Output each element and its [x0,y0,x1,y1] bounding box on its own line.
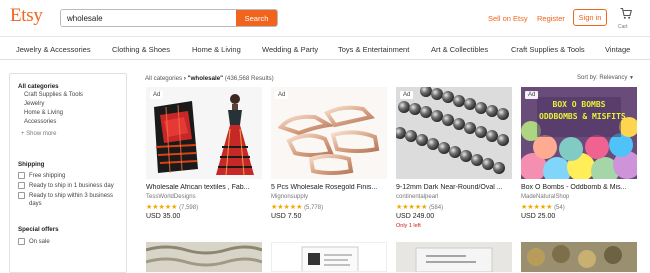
star-rating-icon: ★★★★★ [521,204,553,211]
breadcrumb-all-categories[interactable]: All categories [145,75,182,82]
search-button[interactable]: Search [236,10,277,26]
listing-rating: ★★★★★ (54) [521,203,565,211]
listing-rating: ★★★★★ (5,778) [271,203,323,211]
listing-rating: ★★★★★ (584) [396,203,443,211]
nav-wedding-party[interactable]: Wedding & Party [262,45,318,54]
listing-image[interactable]: BOX O BOMBS ODDBOMBS & MISFITS Ad [521,87,637,179]
ready-3-days-label: Ready to ship within 3 business [29,193,114,199]
box-o-bombs-text: BOX O BOMBS ODDBOMBS & MISFITS [539,100,626,121]
ad-badge: Ad [275,91,289,99]
listing-rating: ★★★★★ (7,598) [146,203,198,211]
filter-craft-supplies[interactable]: Craft Supplies & Tools [24,92,83,98]
listing-image-partial[interactable] [146,242,262,272]
listing-price: USD 7.50 [271,213,302,220]
listing-price: USD 249.00 [396,213,435,220]
filter-accessories[interactable]: Accessories [24,119,56,125]
search-input[interactable] [61,10,236,26]
chevron-down-icon: ▼ [629,75,634,81]
review-count: (5,778) [304,205,324,211]
star-rating-icon: ★★★★★ [271,204,303,211]
register-link[interactable]: Register [537,14,565,23]
on-sale-checkbox[interactable] [18,238,25,245]
listing-shop[interactable]: MadeNaturalShop [521,194,569,200]
search-bar: Search [60,9,278,27]
sort-dropdown[interactable]: Sort by: Relevancy ▼ [577,75,634,81]
nav-art-collectibles[interactable]: Art & Collectibles [431,45,488,54]
listing-title[interactable]: 5 Pcs Wholesale Rosegold Finis... [271,184,389,191]
free-shipping-label: Free shipping [29,173,66,179]
breadcrumb-query: "wholesale" [187,75,224,82]
ready-3-days-checkbox[interactable] [18,192,25,199]
ad-badge: Ad [150,91,164,99]
ad-badge: Ad [525,91,539,99]
filter-jewelry[interactable]: Jewelry [24,101,44,107]
stock-note: Only 1 left [396,223,421,229]
listing-shop[interactable]: TessWorldDesigns [146,194,196,200]
sort-label: Sort by: Relevancy [577,75,628,81]
star-rating-icon: ★★★★★ [396,204,428,211]
free-shipping-checkbox[interactable] [18,172,25,179]
filter-home-living[interactable]: Home & Living [24,110,63,116]
nav-craft-supplies-tools[interactable]: Craft Supplies & Tools [511,45,585,54]
nav-home-living[interactable]: Home & Living [192,45,241,54]
listing-image[interactable]: Ad [146,87,262,179]
nav-clothing-shoes[interactable]: Clothing & Shoes [112,45,170,54]
listing-title[interactable]: Wholesale African textiles , Fab... [146,184,264,191]
listing-image[interactable]: Ad [271,87,387,179]
all-categories-heading[interactable]: All categories [18,83,59,90]
etsy-logo[interactable]: Etsy [10,5,43,27]
on-sale-label: On sale [29,239,50,245]
nav-jewelry-accessories[interactable]: Jewelry & Accessories [16,45,91,54]
review-count: (584) [429,205,444,211]
nav-vintage[interactable]: Vintage [605,45,630,54]
results-count: (436,568 Results) [224,75,274,82]
listing-shop[interactable]: continentalpearl [396,194,438,200]
header: Etsy Search Sell on Etsy Register Sign i… [0,0,650,36]
shipping-heading: Shipping [18,161,45,168]
sign-in-button[interactable]: Sign in [573,9,607,26]
nav-toys-entertainment[interactable]: Toys & Entertainment [338,45,409,54]
ready-1-day-label: Ready to ship in 1 business day [29,183,114,189]
sell-on-etsy-link[interactable]: Sell on Etsy [488,14,528,23]
listing-image-partial[interactable] [521,242,637,272]
review-count: (7,598) [179,205,199,211]
breadcrumb: All categories › "wholesale" (436,568 Re… [145,75,274,82]
review-count: (54) [554,205,565,211]
ready-3-days-label-cont: days [29,201,42,207]
special-offers-heading: Special offers [18,226,59,233]
cart-icon[interactable] [619,7,633,25]
listing-image-partial[interactable] [396,242,512,272]
listing-price: USD 35.00 [146,213,181,220]
show-more-link[interactable]: + Show more [21,131,57,137]
cart-label: Cart [618,24,628,30]
ad-badge: Ad [400,91,414,99]
ready-1-day-checkbox[interactable] [18,182,25,189]
listing-title[interactable]: Box O Bombs - Oddbomb & Mis... [521,184,639,191]
listing-title[interactable]: 9-12mm Dark Near-Round/Oval ... [396,184,514,191]
listing-image-partial[interactable] [271,242,387,272]
listing-image[interactable]: Ad [396,87,512,179]
category-nav: Jewelry & Accessories Clothing & Shoes H… [0,36,650,60]
filter-sidebar: All categories Craft Supplies & Tools Je… [9,73,127,273]
star-rating-icon: ★★★★★ [146,204,178,211]
listing-price: USD 25.00 [521,213,556,220]
listing-shop[interactable]: Mignonsupply [271,194,308,200]
